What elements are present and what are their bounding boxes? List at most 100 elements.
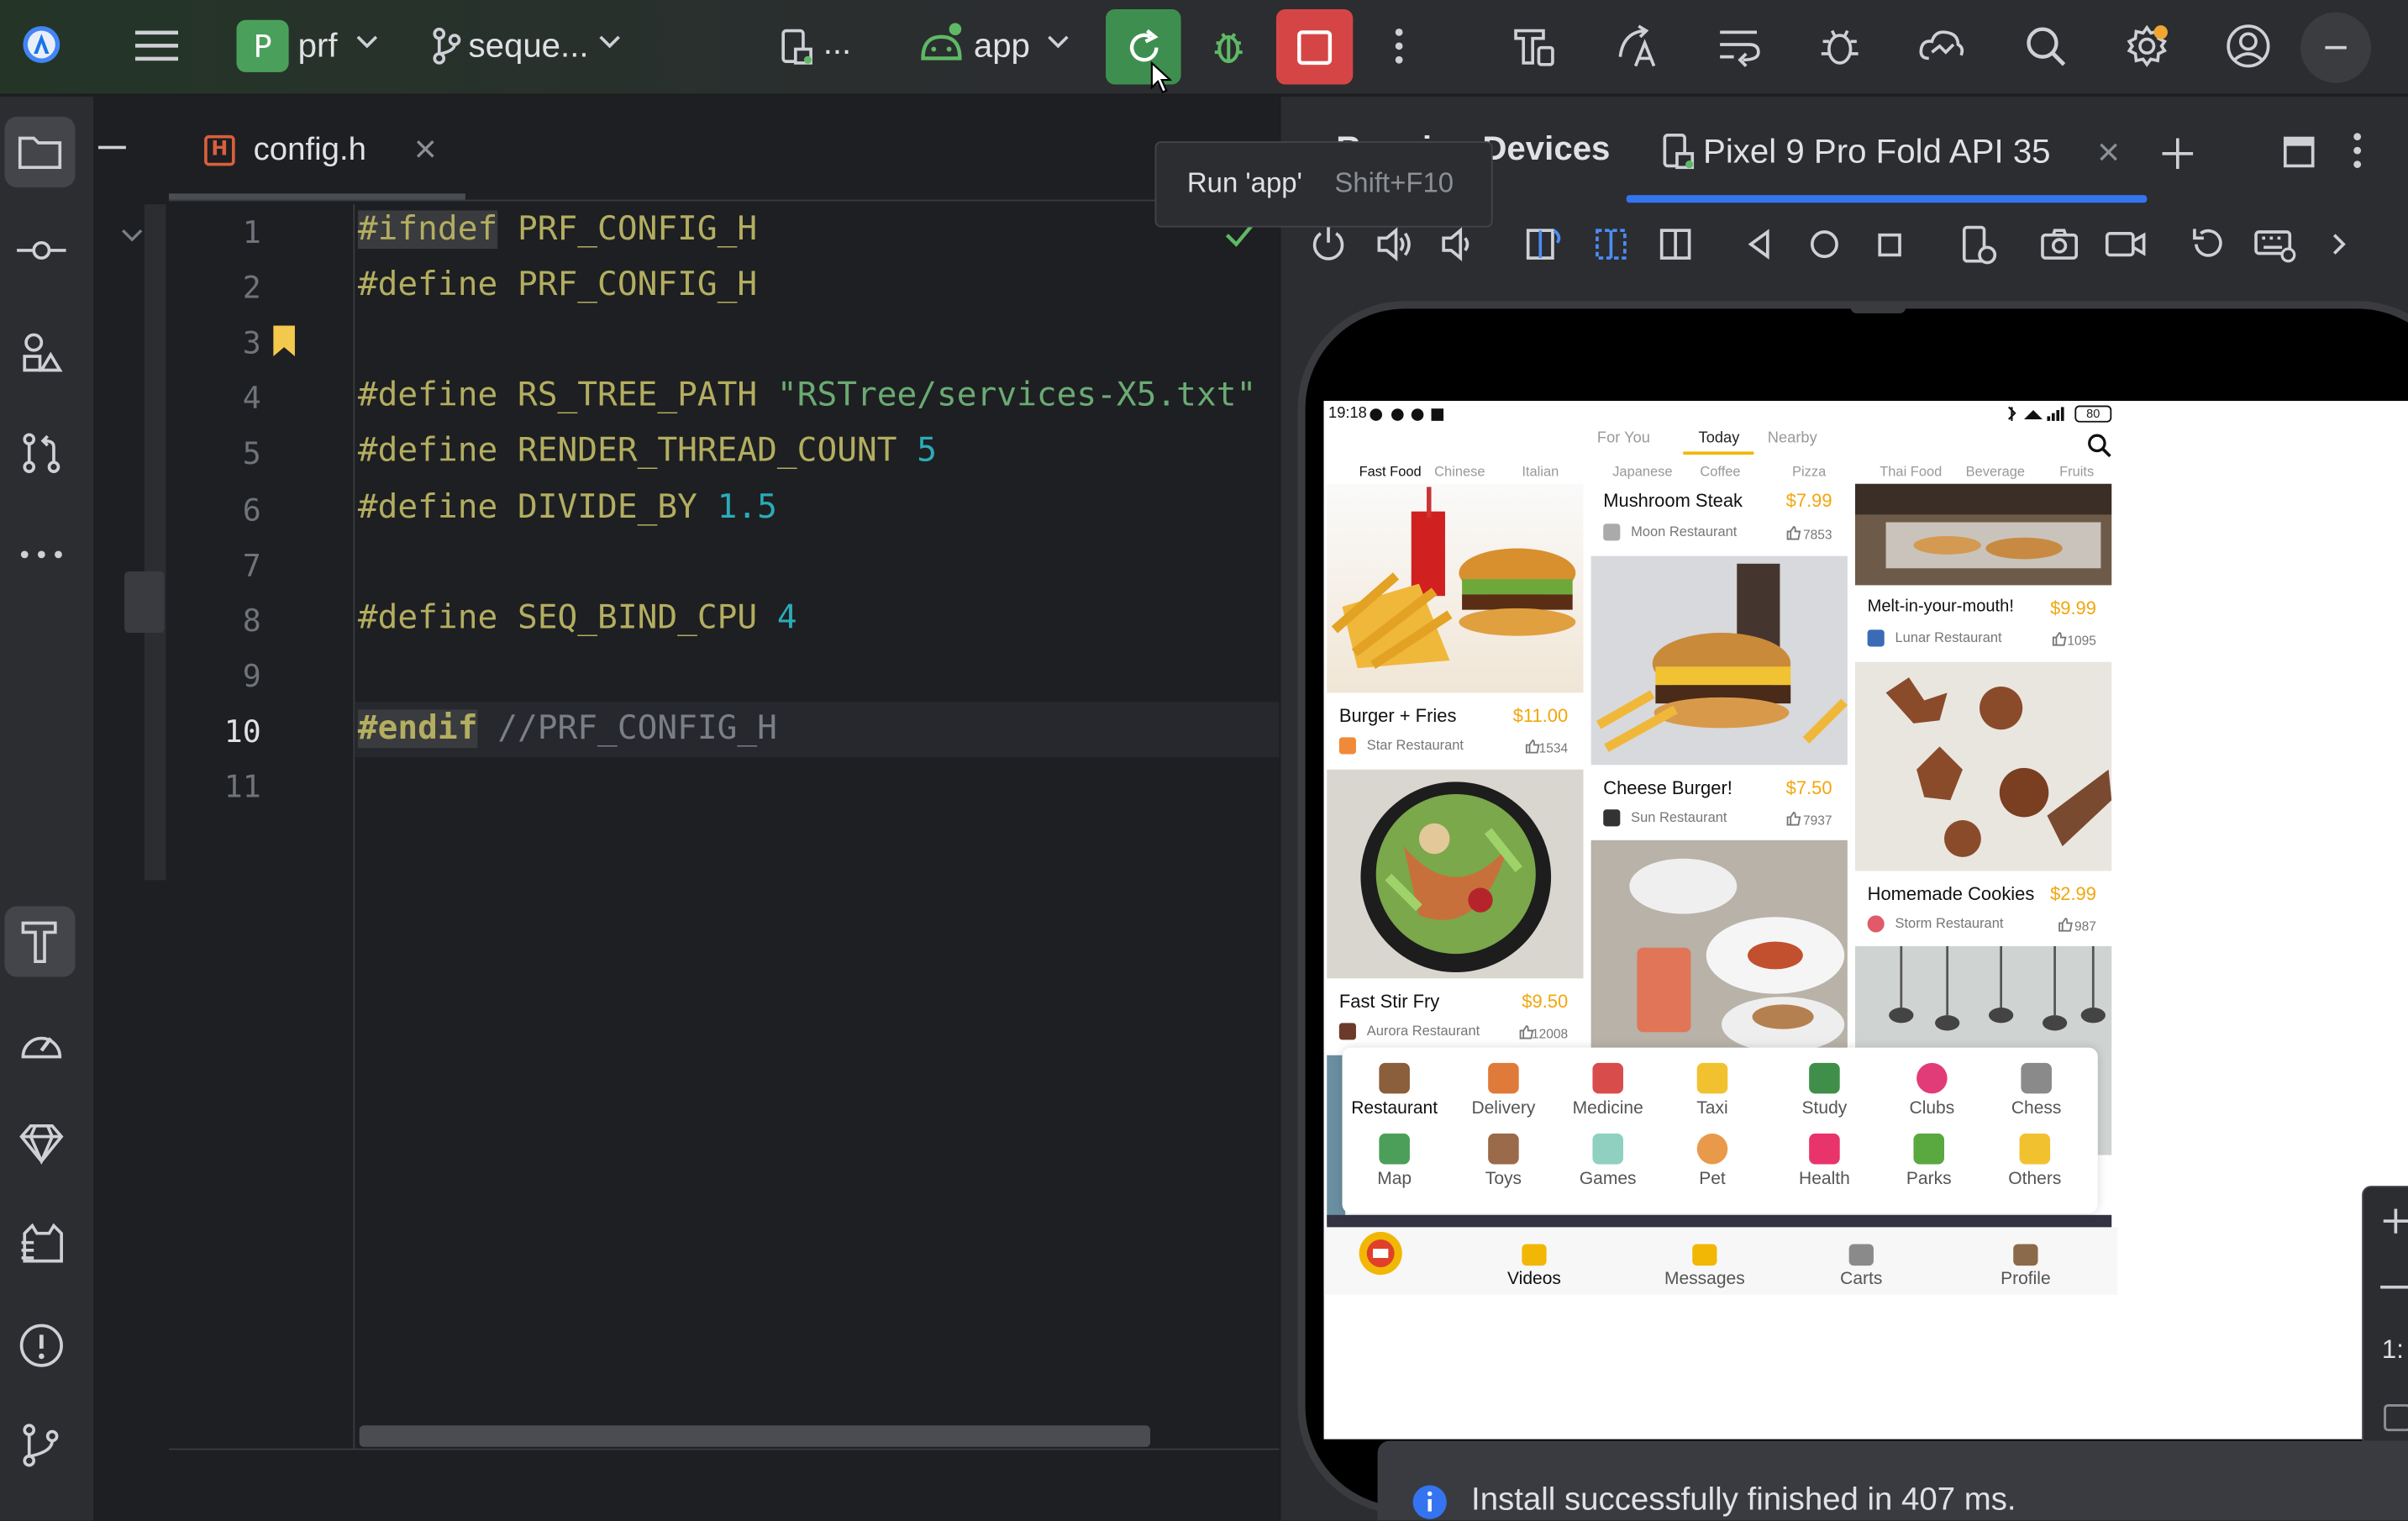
fold-icon[interactable] xyxy=(1523,224,1564,265)
home-circle-icon[interactable] xyxy=(1806,224,1843,265)
category-fast-food[interactable]: Fast Food xyxy=(1359,464,1422,479)
collapse-chevron-icon[interactable] xyxy=(120,228,145,243)
logcat-icon[interactable] xyxy=(11,1215,72,1271)
search-icon[interactable] xyxy=(2015,15,2076,76)
minimize-window-icon[interactable] xyxy=(2300,12,2372,83)
resource-manager-icon[interactable] xyxy=(11,324,72,380)
account-avatar-icon[interactable] xyxy=(2217,15,2279,76)
translations-icon[interactable] xyxy=(1606,15,1668,76)
category-thai-food[interactable]: Thai Food xyxy=(1880,464,1942,479)
chevron-right-icon[interactable] xyxy=(2328,224,2350,265)
build-variants-icon[interactable] xyxy=(1502,15,1564,76)
project-folder-icon[interactable] xyxy=(4,116,76,187)
cloud-sync-icon[interactable] xyxy=(1911,15,1972,76)
zoom-actual-size[interactable]: 1: xyxy=(2382,1334,2404,1366)
maximize-panel-icon[interactable] xyxy=(2282,135,2316,169)
category-fruits[interactable]: Fruits xyxy=(2059,464,2094,479)
nav-carts[interactable]: Carts xyxy=(1800,1244,1922,1289)
close-tab-icon[interactable] xyxy=(415,139,437,161)
service-map[interactable]: Map xyxy=(1345,1133,1443,1189)
card-mushroom-steak[interactable]: Mushroom Steak $7.99 Moon Restaurant 785… xyxy=(1591,484,1848,556)
nav-profile[interactable]: Profile xyxy=(1964,1244,2087,1289)
zoom-out-icon[interactable] xyxy=(2380,1285,2408,1289)
chevron-down-icon[interactable] xyxy=(1048,34,1070,49)
half-fold-icon[interactable] xyxy=(1657,224,1697,265)
screenshot-camera-icon[interactable] xyxy=(2039,224,2079,265)
stir-fry-photo[interactable] xyxy=(1327,769,1584,979)
search-icon[interactable] xyxy=(2087,433,2111,458)
minimize-tool-window-icon[interactable] xyxy=(95,132,135,163)
run-config-name[interactable]: app xyxy=(974,26,1030,66)
more-vertical-icon[interactable] xyxy=(1379,18,1419,74)
nav-videos[interactable]: Videos xyxy=(1473,1244,1596,1289)
sync-gradle-icon[interactable] xyxy=(1708,15,1769,76)
notification-toast[interactable]: Install successfully finished in 407 ms. xyxy=(1377,1440,2408,1521)
panel-scroll-thumb[interactable] xyxy=(124,571,165,634)
commit-icon[interactable] xyxy=(11,223,72,278)
service-toys[interactable]: Toys xyxy=(1454,1133,1553,1189)
keyboard-icon[interactable] xyxy=(2253,224,2296,265)
profiler-gauge-icon[interactable] xyxy=(11,1015,72,1071)
project-badge[interactable]: P xyxy=(236,19,289,72)
zoom-in-icon[interactable] xyxy=(2380,1206,2408,1237)
volume-down-icon[interactable] xyxy=(1439,224,1480,265)
device-tab-label[interactable]: Pixel 9 Pro Fold API 35 xyxy=(1703,132,2051,172)
service-delivery[interactable]: Delivery xyxy=(1454,1062,1553,1118)
tab-today[interactable]: Today xyxy=(1699,430,1740,447)
bakery-photo[interactable] xyxy=(1854,483,2112,586)
add-device-icon[interactable] xyxy=(2159,135,2196,172)
tab-nearby[interactable]: Nearby xyxy=(1768,430,1817,447)
branch-name[interactable]: seque... xyxy=(468,26,588,66)
service-parks[interactable]: Parks xyxy=(1880,1133,1978,1189)
nav-messages[interactable]: Messages xyxy=(1643,1244,1766,1289)
service-restaurant[interactable]: Restaurant xyxy=(1345,1062,1443,1118)
panel-options-icon[interactable] xyxy=(2353,132,2362,169)
stop-button[interactable] xyxy=(1275,8,1354,85)
overview-square-icon[interactable] xyxy=(1872,224,1909,265)
problems-icon[interactable] xyxy=(11,1318,72,1373)
horizontal-scrollbar[interactable] xyxy=(359,1425,1151,1447)
git-branch-icon[interactable] xyxy=(432,27,463,65)
unfold-icon[interactable] xyxy=(1591,224,1632,265)
app-inspection-icon[interactable] xyxy=(1809,15,1870,76)
project-name[interactable]: prf xyxy=(298,26,338,66)
settings-gear-icon[interactable] xyxy=(2116,15,2178,76)
pull-requests-icon[interactable] xyxy=(11,425,72,481)
android-app-icon[interactable] xyxy=(918,22,965,65)
back-triangle-icon[interactable] xyxy=(1744,224,1775,265)
category-pizza[interactable]: Pizza xyxy=(1792,464,1826,479)
service-taxi[interactable]: Taxi xyxy=(1664,1062,1762,1118)
device-selector-icon[interactable] xyxy=(781,28,814,68)
fit-screen-icon[interactable] xyxy=(2382,1403,2408,1434)
more-tools-icon[interactable] xyxy=(11,527,72,582)
card-cheese-burger[interactable]: Cheese Burger! $7.50 Sun Restaurant 7937 xyxy=(1591,765,1848,837)
device-selector-label[interactable]: ... xyxy=(823,23,852,63)
category-italian[interactable]: Italian xyxy=(1522,464,1559,479)
cheese-burger-photo[interactable] xyxy=(1590,555,1848,766)
service-chess[interactable]: Chess xyxy=(1987,1062,2085,1118)
build-hammer-icon[interactable] xyxy=(4,906,76,977)
service-health[interactable]: Health xyxy=(1775,1133,1874,1189)
screen-record-icon[interactable] xyxy=(2104,224,2147,265)
card-homemade-cookies[interactable]: Homemade Cookies $2.99 Storm Restaurant … xyxy=(1855,871,2111,943)
service-clubs[interactable]: Clubs xyxy=(1883,1062,1981,1118)
service-others[interactable]: Others xyxy=(1985,1133,2084,1189)
volume-up-icon[interactable] xyxy=(1375,224,1415,265)
android-studio-logo-icon[interactable] xyxy=(15,18,67,71)
card-melt-in-your-mouth[interactable]: Melt-in-your-mouth! $9.99 Lunar Restaura… xyxy=(1855,585,2111,657)
main-menu-icon[interactable] xyxy=(129,18,185,74)
service-medicine[interactable]: Medicine xyxy=(1559,1062,1657,1118)
power-icon[interactable] xyxy=(1310,224,1347,265)
category-beverage[interactable]: Beverage xyxy=(1966,464,2025,479)
rotate-icon[interactable] xyxy=(2189,224,2229,265)
service-study[interactable]: Study xyxy=(1775,1062,1874,1118)
device-settings-icon[interactable] xyxy=(1959,224,2000,267)
service-pet[interactable]: Pet xyxy=(1664,1133,1762,1189)
card-stir-fry[interactable]: Fast Stir Fry $9.50 Aurora Restaurant 12… xyxy=(1327,978,1583,1050)
tab-config-h[interactable]: H config.h xyxy=(169,120,467,200)
card-burger-fries[interactable]: Burger + Fries $11.00 Star Restaurant 15… xyxy=(1327,692,1583,765)
category-coffee[interactable]: Coffee xyxy=(1700,464,1740,479)
chevron-down-icon[interactable] xyxy=(599,34,621,49)
tab-for-you[interactable]: For You xyxy=(1597,430,1650,447)
service-games[interactable]: Games xyxy=(1559,1133,1657,1189)
